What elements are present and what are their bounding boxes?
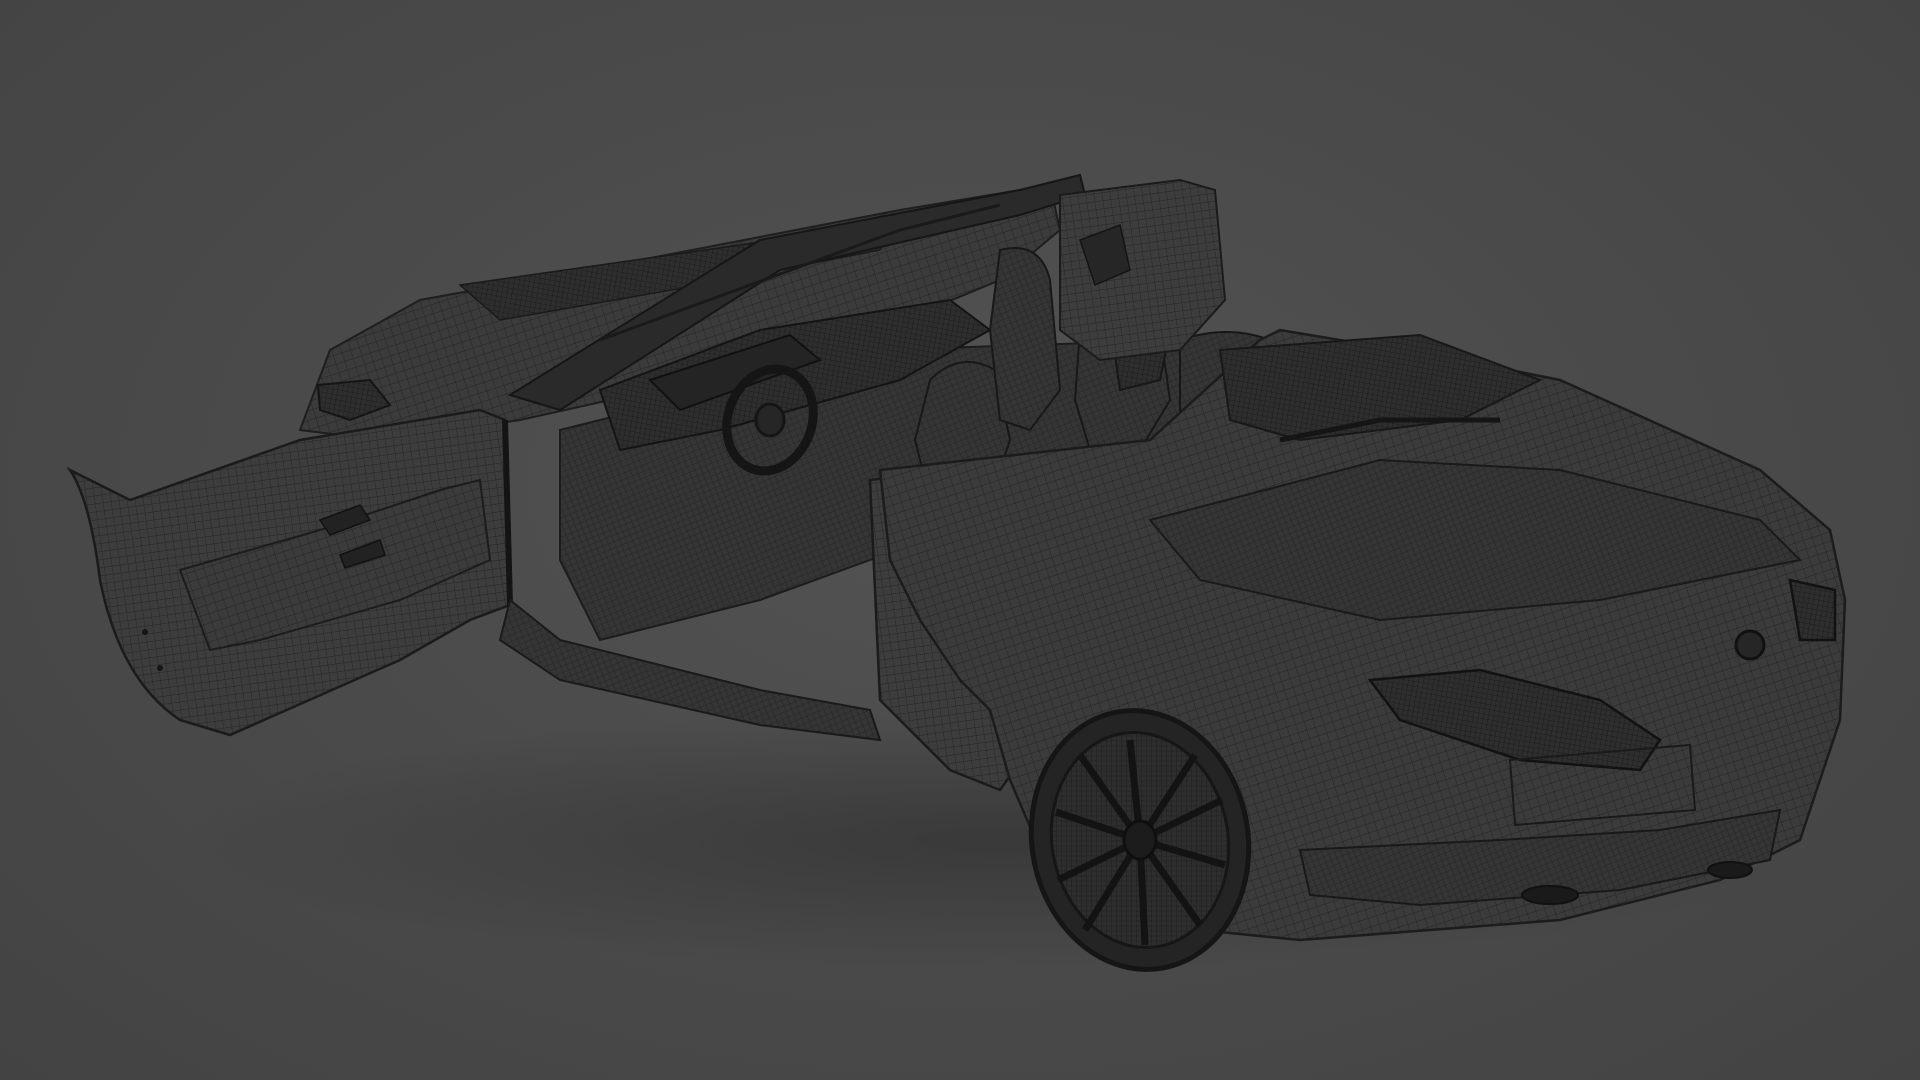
far-side-open-door [1059,178,1227,362]
side-sill [498,598,882,742]
wheel-hub-icon [1122,819,1158,861]
car-wireframe-render [66,173,1847,972]
3d-viewport[interactable] [0,0,1920,1080]
front-open-door [66,408,513,737]
brand-emblem-icon [1734,629,1766,661]
